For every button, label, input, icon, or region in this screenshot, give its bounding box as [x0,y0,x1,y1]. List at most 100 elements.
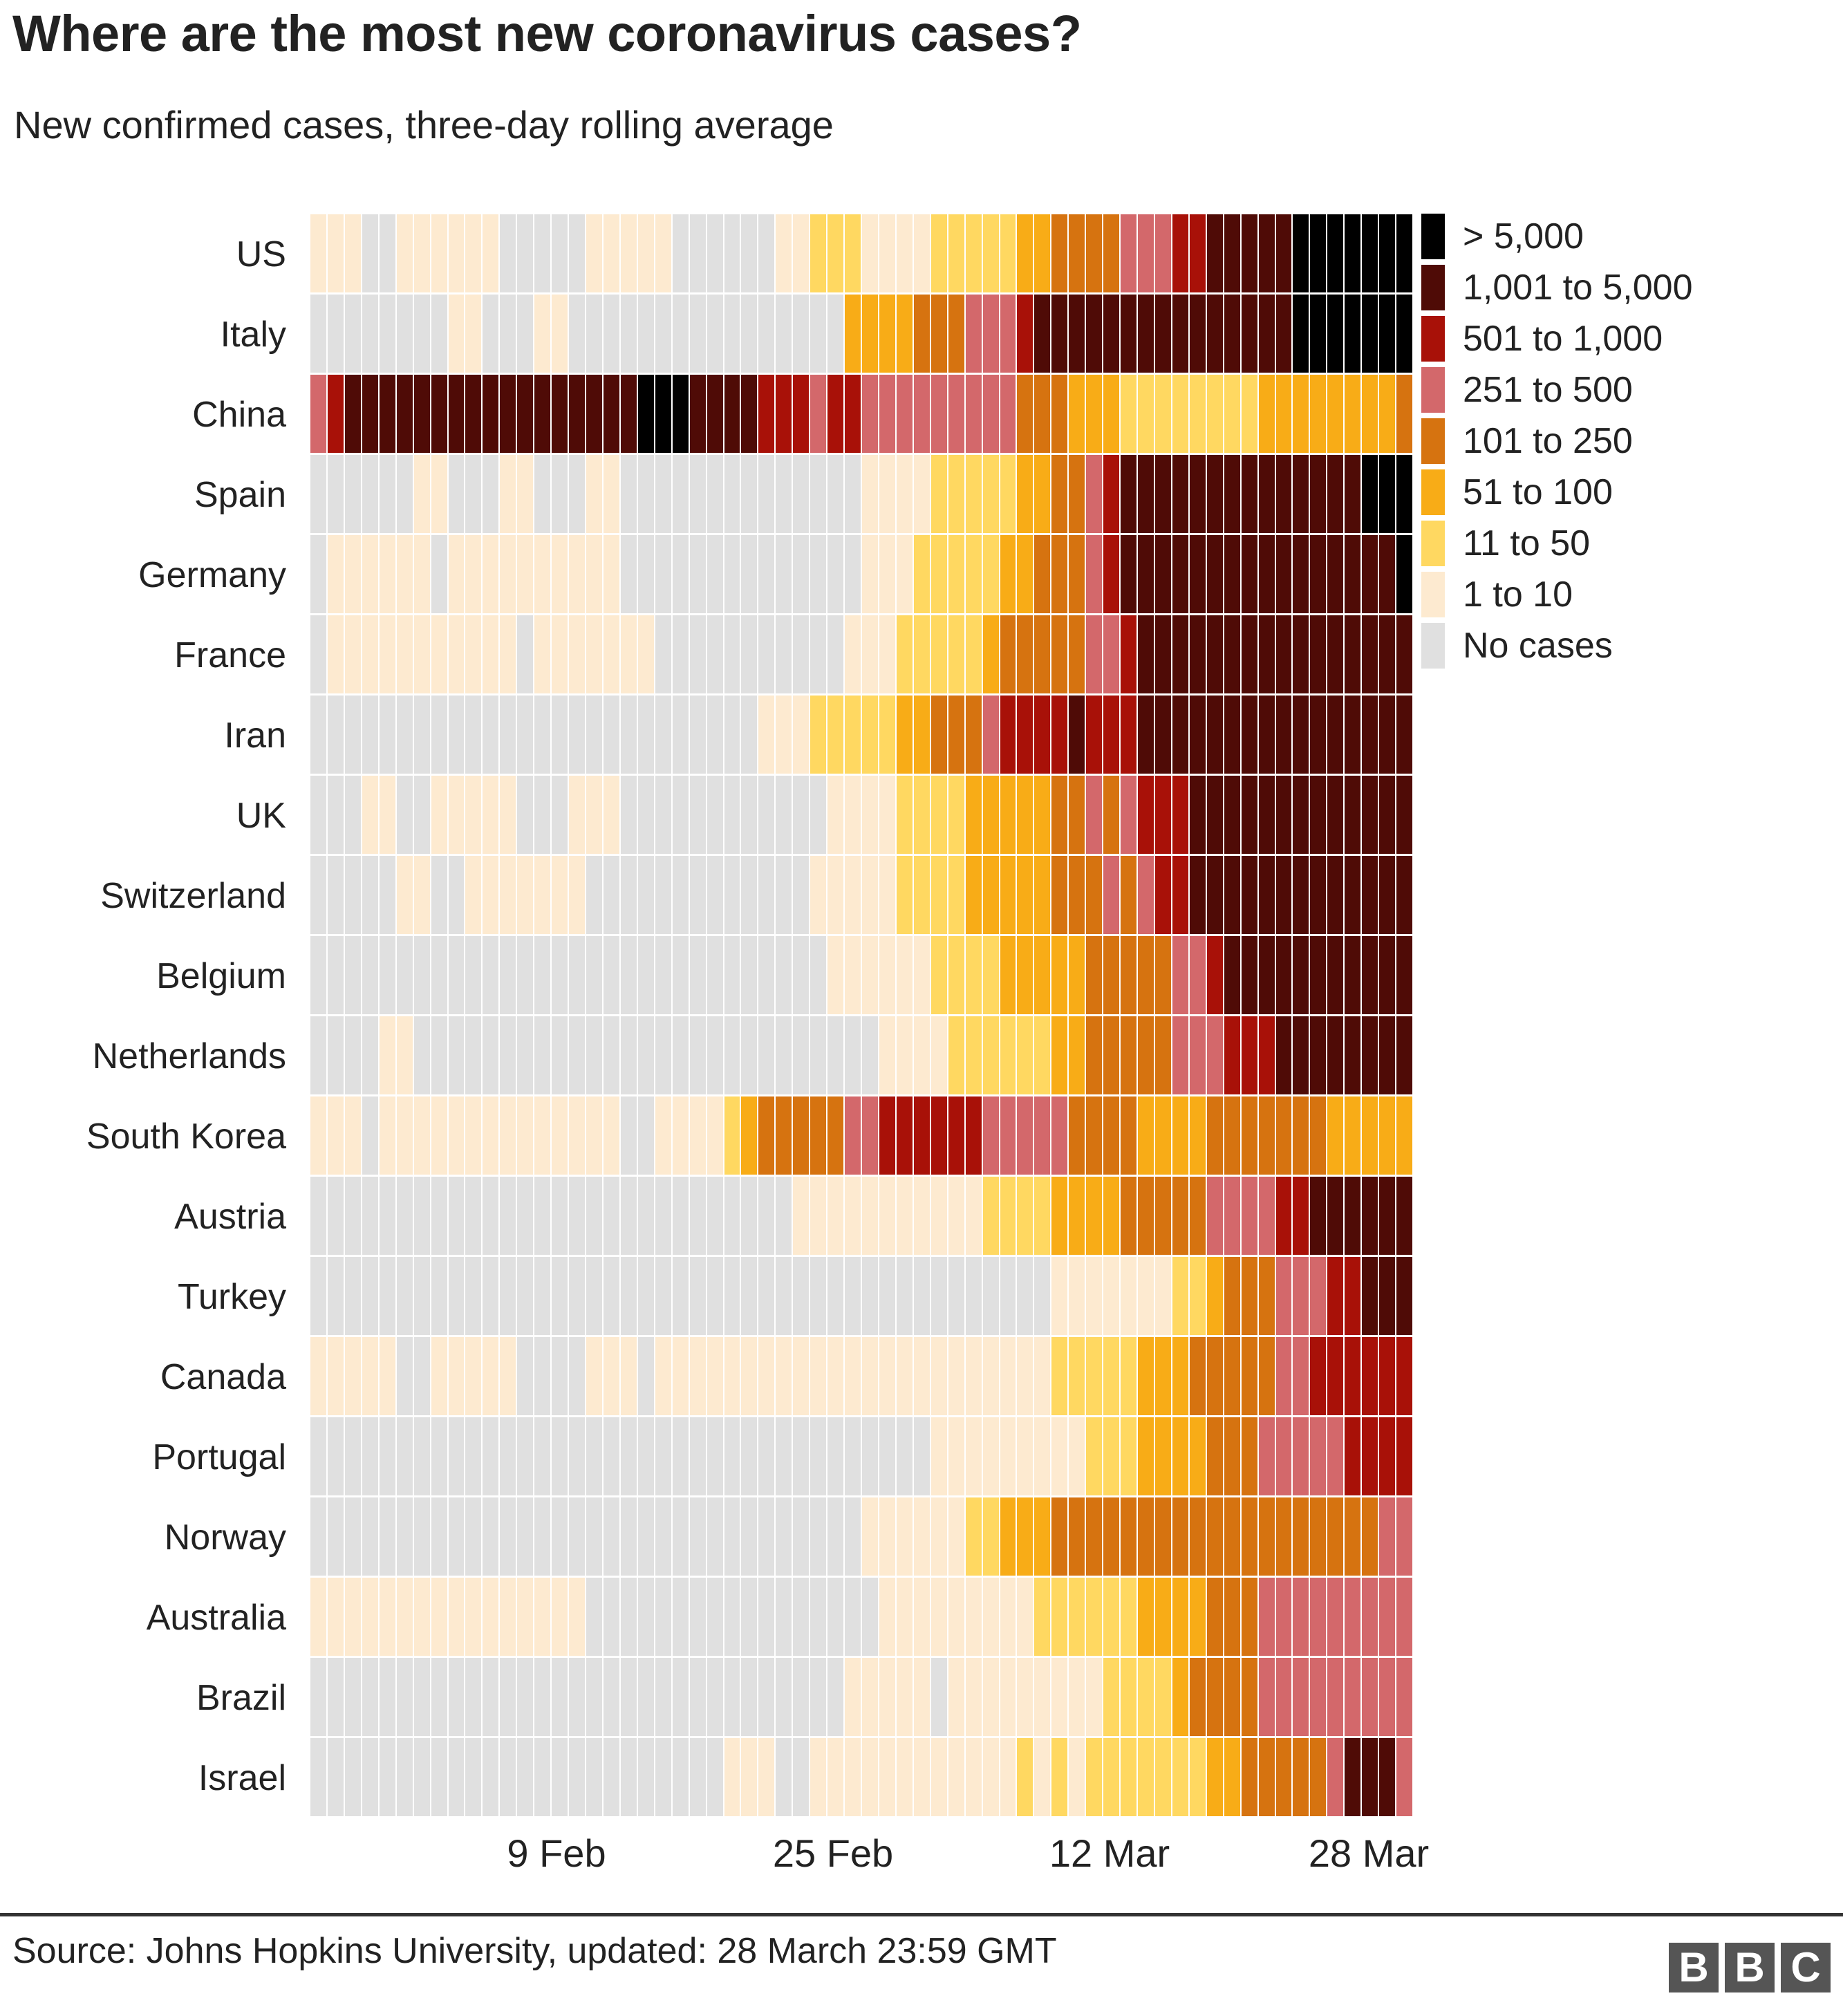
heatmap-cell[interactable] [707,1738,724,1816]
heatmap-cell[interactable] [1086,375,1104,453]
heatmap-cell[interactable] [379,295,397,373]
heatmap-cell[interactable] [569,1658,586,1736]
heatmap-cell[interactable] [1362,1658,1380,1736]
heatmap-cell[interactable] [1275,535,1293,613]
heatmap-cell[interactable] [810,936,828,1014]
heatmap-cell[interactable] [793,1497,811,1576]
heatmap-cell[interactable] [1275,1016,1293,1094]
heatmap-cell[interactable] [913,1497,931,1576]
heatmap-cell[interactable] [1034,375,1052,453]
heatmap-cell[interactable] [1069,856,1087,934]
heatmap-cell[interactable] [379,936,397,1014]
heatmap-cell[interactable] [327,295,345,373]
heatmap-cell[interactable] [1121,1738,1138,1816]
heatmap-cell[interactable] [431,1257,449,1335]
heatmap-cell[interactable] [431,856,449,934]
heatmap-cell[interactable] [1189,1658,1207,1736]
heatmap-cell[interactable] [724,1658,742,1736]
heatmap-cell[interactable] [483,1096,500,1175]
heatmap-cell[interactable] [1396,375,1412,453]
heatmap-cell[interactable] [948,1497,966,1576]
heatmap-cell[interactable] [845,214,862,292]
heatmap-cell[interactable] [689,856,707,934]
heatmap-cell[interactable] [862,1177,879,1255]
heatmap-cell[interactable] [948,1417,966,1495]
heatmap-cell[interactable] [362,1417,380,1495]
heatmap-cell[interactable] [1241,1337,1259,1415]
heatmap-cell[interactable] [982,455,1000,533]
heatmap-cell[interactable] [1345,1417,1363,1495]
heatmap-cell[interactable] [448,1016,466,1094]
heatmap-cell[interactable] [1362,615,1380,693]
heatmap-cell[interactable] [879,1578,897,1656]
heatmap-cell[interactable] [327,776,345,854]
heatmap-cell[interactable] [534,1257,552,1335]
heatmap-cell[interactable] [810,1658,828,1736]
heatmap-cell[interactable] [1017,535,1035,613]
heatmap-cell[interactable] [1206,1497,1224,1576]
heatmap-cell[interactable] [448,214,466,292]
heatmap-cell[interactable] [965,856,983,934]
heatmap-cell[interactable] [689,615,707,693]
heatmap-cell[interactable] [1154,856,1172,934]
heatmap-cell[interactable] [1034,1096,1052,1175]
heatmap-cell[interactable] [965,455,983,533]
heatmap-cell[interactable] [500,455,518,533]
heatmap-cell[interactable] [327,1578,345,1656]
heatmap-cell[interactable] [758,1177,776,1255]
heatmap-cell[interactable] [1121,776,1138,854]
heatmap-cell[interactable] [517,615,535,693]
heatmap-cell[interactable] [810,776,828,854]
heatmap-cell[interactable] [982,1417,1000,1495]
heatmap-cell[interactable] [1069,1257,1087,1335]
heatmap-cell[interactable] [344,696,362,774]
heatmap-cell[interactable] [948,375,966,453]
heatmap-cell[interactable] [586,455,604,533]
heatmap-cell[interactable] [879,1016,897,1094]
heatmap-cell[interactable] [534,455,552,533]
heatmap-cell[interactable] [1379,295,1397,373]
heatmap-cell[interactable] [413,1417,431,1495]
heatmap-cell[interactable] [1396,1337,1412,1415]
heatmap-cell[interactable] [1345,1337,1363,1415]
heatmap-cell[interactable] [344,936,362,1014]
heatmap-cell[interactable] [569,1177,586,1255]
heatmap-cell[interactable] [1241,856,1259,934]
heatmap-cell[interactable] [707,375,724,453]
heatmap-cell[interactable] [965,1257,983,1335]
heatmap-cell[interactable] [845,535,862,613]
heatmap-cell[interactable] [413,696,431,774]
heatmap-cell[interactable] [1121,295,1138,373]
heatmap-cell[interactable] [845,696,862,774]
heatmap-cell[interactable] [517,535,535,613]
heatmap-cell[interactable] [569,1497,586,1576]
heatmap-cell[interactable] [1241,1016,1259,1094]
heatmap-cell[interactable] [1138,776,1155,854]
heatmap-cell[interactable] [655,1497,673,1576]
heatmap-cell[interactable] [431,1096,449,1175]
heatmap-cell[interactable] [741,1257,759,1335]
heatmap-cell[interactable] [465,1578,483,1656]
heatmap-cell[interactable] [1293,936,1311,1014]
heatmap-cell[interactable] [776,1016,794,1094]
heatmap-cell[interactable] [1345,375,1363,453]
heatmap-cell[interactable] [1051,856,1069,934]
legend-item[interactable]: 251 to 500 [1421,364,1836,416]
heatmap-cell[interactable] [569,535,586,613]
heatmap-cell[interactable] [413,1096,431,1175]
heatmap-cell[interactable] [845,856,862,934]
heatmap-cell[interactable] [344,1578,362,1656]
heatmap-cell[interactable] [1362,214,1380,292]
heatmap-cell[interactable] [637,1257,655,1335]
heatmap-cell[interactable] [569,295,586,373]
heatmap-cell[interactable] [500,776,518,854]
heatmap-cell[interactable] [1051,455,1069,533]
heatmap-cell[interactable] [741,375,759,453]
heatmap-cell[interactable] [793,1257,811,1335]
heatmap-cell[interactable] [1241,1578,1259,1656]
heatmap-cell[interactable] [793,1658,811,1736]
heatmap-cell[interactable] [879,375,897,453]
heatmap-cell[interactable] [672,1417,690,1495]
heatmap-cell[interactable] [620,1738,638,1816]
heatmap-cell[interactable] [1154,936,1172,1014]
